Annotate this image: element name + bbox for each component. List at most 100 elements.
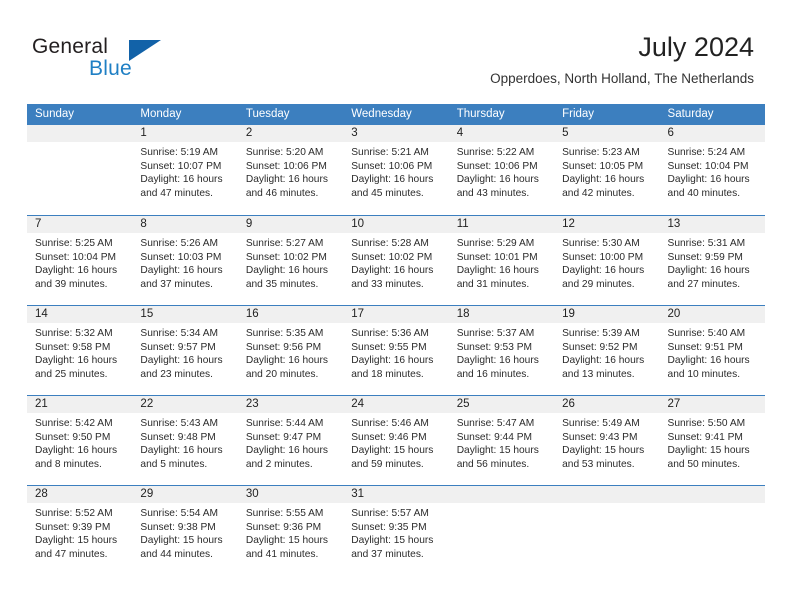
day-cell[interactable]: 29 Sunrise: 5:54 AM Sunset: 9:38 PM Dayligh…	[132, 486, 238, 575]
day-details: Sunrise: 5:49 AM Sunset: 9:43 PM Daylight:…	[554, 413, 659, 471]
day-number: 22	[132, 396, 238, 413]
calendar-page: General Blue July 2024 Opperdoes, North …	[0, 0, 792, 612]
brand-triangle-icon	[129, 40, 161, 61]
day-details: Sunrise: 5:26 AM Sunset: 10:03 PM Daylight…	[132, 233, 237, 291]
day-details: Sunrise: 5:27 AM Sunset: 10:02 PM Daylight…	[238, 233, 343, 291]
sunset-text: Sunset: 9:56 PM	[245, 341, 322, 353]
day-cell[interactable]: 7 Sunrise: 5:25 AM Sunset: 10:04 PM Dayligh…	[27, 216, 133, 305]
day-cell[interactable]: 6 Sunrise: 5:24 AM Sunset: 10:04 PM Dayligh…	[659, 125, 765, 215]
day-cell[interactable]: 2 Sunrise: 5:20 AM Sunset: 10:06 PM Dayligh…	[237, 125, 344, 215]
sunset-text: Sunset: 10:07 PM	[140, 160, 222, 172]
sunrise-text: Sunrise: 5:39 AM	[562, 328, 640, 339]
day-cell[interactable]: 13 Sunrise: 5:31 AM Sunset: 9:59 PM Dayligh…	[659, 216, 765, 305]
day-cell[interactable]: 3 Sunrise: 5:21 AM Sunset: 10:06 PM Dayligh…	[343, 125, 449, 215]
day-details: Sunrise: 5:46 AM Sunset: 9:46 PM Daylight:…	[343, 413, 448, 471]
day-cell[interactable]: 4 Sunrise: 5:22 AM Sunset: 10:06 PM Dayligh…	[448, 125, 555, 215]
day-number: 27	[659, 396, 765, 413]
day-cell[interactable]: 8 Sunrise: 5:26 AM Sunset: 10:03 PM Dayligh…	[132, 216, 238, 305]
day-number: 28	[27, 486, 133, 503]
day-cell[interactable]: 20 Sunrise: 5:40 AM Sunset: 9:51 PM Dayligh…	[659, 306, 765, 395]
daylight-text-line2: and 45 minutes.	[351, 187, 424, 199]
weekday-header-tuesday: Tuesday	[245, 108, 290, 120]
day-details: Sunrise: 5:20 AM Sunset: 10:06 PM Daylight…	[238, 142, 343, 200]
day-cell[interactable]: 21 Sunrise: 5:42 AM Sunset: 9:50 PM Dayligh…	[27, 396, 133, 485]
sunrise-text: Sunrise: 5:21 AM	[351, 147, 429, 158]
brand-name-blue: Blue	[89, 57, 132, 80]
sunset-text: Sunset: 10:05 PM	[562, 160, 644, 172]
day-cell[interactable]: 25 Sunrise: 5:47 AM Sunset: 9:44 PM Dayligh…	[448, 396, 555, 485]
sunrise-text: Sunrise: 5:54 AM	[140, 508, 219, 519]
day-cell-empty	[27, 125, 133, 215]
day-details	[660, 503, 765, 507]
day-details: Sunrise: 5:37 AM Sunset: 9:53 PM Daylight:…	[449, 323, 554, 381]
day-cell[interactable]: 11 Sunrise: 5:29 AM Sunset: 10:01 PM Daylig…	[448, 216, 555, 305]
day-number	[27, 125, 133, 142]
sunrise-text: Sunrise: 5:26 AM	[140, 238, 219, 249]
day-cell[interactable]: 10 Sunrise: 5:28 AM Sunset: 10:02 PM Daylig…	[343, 216, 449, 305]
sunrise-text: Sunrise: 5:46 AM	[351, 418, 429, 429]
day-details: Sunrise: 5:24 AM Sunset: 10:04 PM Daylight…	[660, 142, 765, 200]
day-number: 11	[448, 216, 555, 233]
day-cell[interactable]: 22 Sunrise: 5:43 AM Sunset: 9:48 PM Dayligh…	[132, 396, 238, 485]
day-details: Sunrise: 5:22 AM Sunset: 10:06 PM Daylight…	[449, 142, 554, 200]
day-details	[554, 503, 659, 507]
sunrise-text: Sunrise: 5:42 AM	[35, 418, 113, 429]
day-cell[interactable]: 30 Sunrise: 5:55 AM Sunset: 9:36 PM Dayligh…	[237, 486, 344, 575]
daylight-text-line1: Daylight: 16 hours	[140, 355, 223, 367]
day-cell[interactable]: 1 Sunrise: 5:19 AM Sunset: 10:07 PM Dayligh…	[132, 125, 238, 215]
daylight-text-line2: and 8 minutes.	[35, 458, 102, 470]
day-details: Sunrise: 5:31 AM Sunset: 9:59 PM Daylight:…	[660, 233, 765, 291]
day-cell[interactable]: 23 Sunrise: 5:44 AM Sunset: 9:47 PM Dayligh…	[237, 396, 344, 485]
day-details: Sunrise: 5:52 AM Sunset: 9:39 PM Daylight:…	[27, 503, 132, 561]
sunrise-text: Sunrise: 5:37 AM	[456, 328, 535, 339]
day-details: Sunrise: 5:23 AM Sunset: 10:05 PM Daylight…	[554, 142, 659, 200]
sunset-text: Sunset: 9:53 PM	[456, 341, 533, 353]
daylight-text-line2: and 31 minutes.	[456, 278, 530, 290]
day-cell[interactable]: 31 Sunrise: 5:57 AM Sunset: 9:35 PM Dayligh…	[343, 486, 449, 575]
daylight-text-line2: and 18 minutes.	[351, 368, 424, 380]
day-details	[449, 503, 554, 507]
day-details: Sunrise: 5:28 AM Sunset: 10:02 PM Daylight…	[343, 233, 448, 291]
calendar-grid: Sunday Monday Tuesday Wednesday Thursday…	[27, 104, 765, 575]
daylight-text-line2: and 43 minutes.	[456, 187, 530, 199]
daylight-text-line2: and 59 minutes.	[351, 458, 424, 470]
daylight-text-line2: and 5 minutes.	[140, 458, 208, 470]
day-cell[interactable]: 18 Sunrise: 5:37 AM Sunset: 9:53 PM Dayligh…	[448, 306, 555, 395]
day-cell[interactable]: 19 Sunrise: 5:39 AM Sunset: 9:52 PM Dayligh…	[554, 306, 660, 395]
daylight-text-line1: Daylight: 16 hours	[140, 265, 223, 277]
day-details: Sunrise: 5:34 AM Sunset: 9:57 PM Daylight:…	[132, 323, 237, 381]
day-cell[interactable]: 26 Sunrise: 5:49 AM Sunset: 9:43 PM Dayligh…	[554, 396, 660, 485]
sunset-text: Sunset: 10:06 PM	[456, 160, 538, 172]
day-cell[interactable]: 27 Sunrise: 5:50 AM Sunset: 9:41 PM Dayligh…	[659, 396, 765, 485]
day-number: 19	[554, 306, 660, 323]
day-cell[interactable]: 15 Sunrise: 5:34 AM Sunset: 9:57 PM Dayligh…	[132, 306, 238, 395]
day-number: 2	[237, 125, 344, 142]
day-cell[interactable]: 17 Sunrise: 5:36 AM Sunset: 9:55 PM Dayligh…	[343, 306, 449, 395]
day-cell[interactable]: 9 Sunrise: 5:27 AM Sunset: 10:02 PM Dayligh…	[237, 216, 344, 305]
day-number: 5	[554, 125, 660, 142]
day-details: Sunrise: 5:50 AM Sunset: 9:41 PM Daylight:…	[660, 413, 765, 471]
sunrise-text: Sunrise: 5:28 AM	[351, 238, 429, 249]
weekday-header-monday: Monday	[140, 108, 182, 120]
sunset-text: Sunset: 9:35 PM	[351, 521, 427, 533]
sunset-text: Sunset: 10:03 PM	[140, 251, 222, 263]
weekday-header-sunday: Sunday	[35, 108, 75, 120]
day-number: 18	[448, 306, 555, 323]
day-cell[interactable]: 5 Sunrise: 5:23 AM Sunset: 10:05 PM Dayligh…	[554, 125, 660, 215]
day-cell[interactable]: 12 Sunrise: 5:30 AM Sunset: 10:00 PM Daylig…	[554, 216, 660, 305]
daylight-text-line1: Daylight: 16 hours	[351, 265, 434, 277]
day-cell[interactable]: 24 Sunrise: 5:46 AM Sunset: 9:46 PM Dayligh…	[343, 396, 449, 485]
daylight-text-line1: Daylight: 16 hours	[140, 445, 223, 457]
sunset-text: Sunset: 9:39 PM	[35, 521, 111, 533]
daylight-text-line2: and 47 minutes.	[140, 187, 213, 199]
day-cell[interactable]: 16 Sunrise: 5:35 AM Sunset: 9:56 PM Dayligh…	[237, 306, 344, 395]
daylight-text-line2: and 27 minutes.	[667, 278, 741, 290]
sunset-text: Sunset: 10:04 PM	[667, 160, 749, 172]
page-subtitle: Opperdoes, North Holland, The Netherland…	[490, 71, 754, 86]
day-cell[interactable]: 28 Sunrise: 5:52 AM Sunset: 9:39 PM Dayligh…	[27, 486, 133, 575]
sunset-text: Sunset: 10:06 PM	[351, 160, 433, 172]
daylight-text-line1: Daylight: 16 hours	[35, 265, 118, 277]
day-cell[interactable]: 14 Sunrise: 5:32 AM Sunset: 9:58 PM Dayligh…	[27, 306, 133, 395]
sunset-text: Sunset: 9:52 PM	[562, 341, 638, 353]
sunrise-text: Sunrise: 5:34 AM	[140, 328, 219, 339]
